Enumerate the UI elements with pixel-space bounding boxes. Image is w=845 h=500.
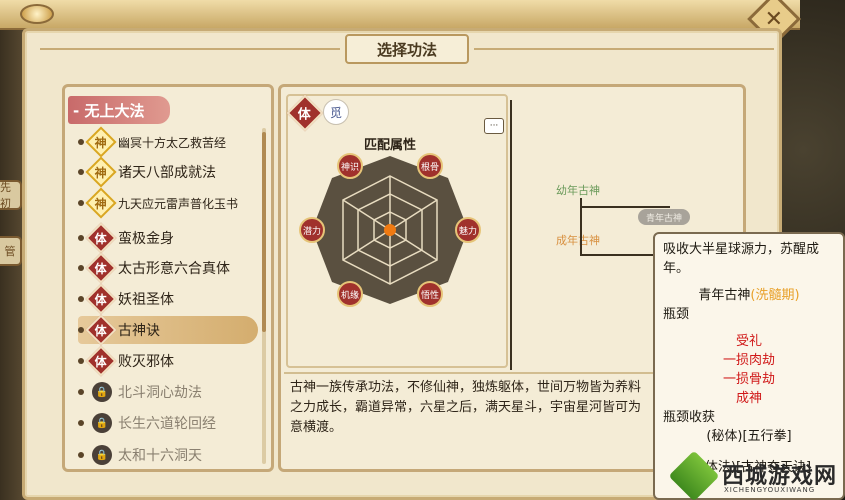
- bullet-icon: [78, 327, 84, 333]
- chat-bubble-icon[interactable]: ···: [484, 118, 504, 134]
- list-item[interactable]: 神九天应元雷声普化玉书: [78, 187, 258, 219]
- list-scrollbar-thumb[interactable]: [262, 132, 266, 332]
- stamp-icon: 觅: [323, 99, 349, 125]
- gem-ornament-icon: [20, 4, 54, 24]
- title-divider-left: [40, 48, 340, 50]
- lock-icon: 🔒: [92, 413, 112, 433]
- attribute-radar: 神识 根骨魅力悟性 机缘 潜力: [299, 153, 481, 307]
- list-item-label: 长生六道轮回经: [118, 416, 216, 432]
- list-item[interactable]: 体蛮极金身: [78, 222, 258, 254]
- body-badge-icon: 体: [85, 222, 117, 254]
- detail-divider-horizontal: [284, 372, 654, 374]
- radar-label: 魅力: [459, 225, 477, 237]
- top-bar: [0, 0, 800, 30]
- list-item[interactable]: 体败灭邪体: [78, 345, 258, 377]
- bullet-icon: [78, 358, 84, 364]
- list-item-label: 妖祖圣体: [118, 292, 174, 308]
- tooltip-reward-label: 瓶颈收获: [663, 410, 716, 425]
- radar-label: 悟性: [421, 289, 439, 301]
- list-item-label: 北斗洞心劫法: [118, 385, 202, 401]
- list-item-label: 太和十六洞天: [118, 448, 202, 464]
- lock-icon: 🔒: [92, 382, 112, 402]
- list-item-label: 败灭邪体: [118, 354, 174, 370]
- stage-young: 幼年古神: [556, 184, 600, 197]
- list-item[interactable]: 神幽冥十方太乙救苦经: [78, 126, 258, 158]
- detail-divider-vertical: [510, 100, 512, 370]
- left-side-tab-2[interactable]: 管: [0, 236, 22, 266]
- page-title: 选择功法: [345, 34, 469, 64]
- list-item-label: 诸天八部成就法: [118, 165, 216, 181]
- tree-branch-top: [580, 206, 670, 208]
- bullet-icon: [78, 200, 84, 206]
- list-item[interactable]: 体妖祖圣体: [78, 283, 258, 315]
- body-badge-icon: 体: [85, 283, 117, 315]
- bullet-icon: [78, 235, 84, 241]
- watermark-subtitle: XICHENGYOUXIWANG: [724, 486, 816, 494]
- list-item[interactable]: 🔒 太和十六洞天: [78, 441, 258, 469]
- body-badge-icon: 体: [85, 314, 117, 346]
- list-item[interactable]: 🔒 北斗洞心劫法: [78, 378, 258, 406]
- tooltip-bottleneck-list: 受礼一损肉劫一损骨劫成神: [663, 332, 835, 408]
- tooltip-stage-tag: (洗髓期): [750, 288, 800, 303]
- bullet-icon: [78, 389, 84, 395]
- radar-label: 潜力: [303, 225, 321, 237]
- bullet-icon: [78, 420, 84, 426]
- bottleneck-item: 受礼: [735, 334, 762, 349]
- spirit-badge-icon: 神: [85, 126, 117, 158]
- title-divider-right: [474, 48, 774, 50]
- list-item-label: 太古形意六合真体: [118, 261, 230, 277]
- list-item[interactable]: 神诸天八部成就法: [78, 156, 258, 188]
- tooltip-reward-1: (秘体)[五行拳]: [706, 429, 792, 444]
- bullet-icon: [78, 139, 84, 145]
- bullet-icon: [78, 296, 84, 302]
- section-header-supreme[interactable]: - 无上大法: [68, 96, 170, 124]
- tooltip-stage-name: 青年古神: [698, 288, 751, 303]
- bullet-icon: [78, 265, 84, 271]
- list-item-label: 蛮极金身: [118, 231, 174, 247]
- list-item[interactable]: 🔒 长生六道轮回经: [78, 409, 258, 437]
- bottleneck-item: 一损肉劫: [722, 353, 775, 368]
- stage-node-youth[interactable]: 青年古神: [638, 209, 690, 225]
- list-item-label: 古神诀: [118, 323, 160, 339]
- radar-label: 机缘: [341, 289, 359, 301]
- body-badge-icon: 体: [85, 252, 117, 284]
- lock-icon: 🔒: [92, 445, 112, 465]
- technique-description: 古神一族传承功法，不修仙神，独炼躯体，世间万物皆为养料 之力成长，霸道异常，六星…: [290, 380, 642, 435]
- bullet-icon: [78, 452, 84, 458]
- left-side-tab-1[interactable]: 先初: [0, 180, 22, 210]
- list-item-label: 幽冥十方太乙救苦经: [118, 135, 227, 150]
- list-item-label: 九天应元雷声普化玉书: [118, 196, 239, 211]
- bottleneck-item: 一损骨劫: [722, 372, 775, 387]
- body-badge-icon: 体: [85, 345, 117, 377]
- radar-label: 神识: [341, 161, 359, 173]
- list-item[interactable]: 体古神诀: [78, 314, 258, 346]
- bullet-icon: [78, 169, 84, 175]
- tooltip-description: 吸收大半星球源力，苏醒成年。: [663, 242, 820, 276]
- radar-center-dot: [384, 224, 396, 236]
- spirit-badge-icon: 神: [85, 187, 117, 219]
- stage-adult: 成年古神: [556, 234, 600, 247]
- tooltip-bottleneck-label: 瓶颈: [663, 307, 690, 322]
- bottleneck-item: 成神: [735, 391, 762, 406]
- list-item[interactable]: 体太古形意六合真体: [78, 252, 258, 284]
- radar-label: 根骨: [421, 161, 439, 173]
- spirit-badge-icon: 神: [85, 156, 117, 188]
